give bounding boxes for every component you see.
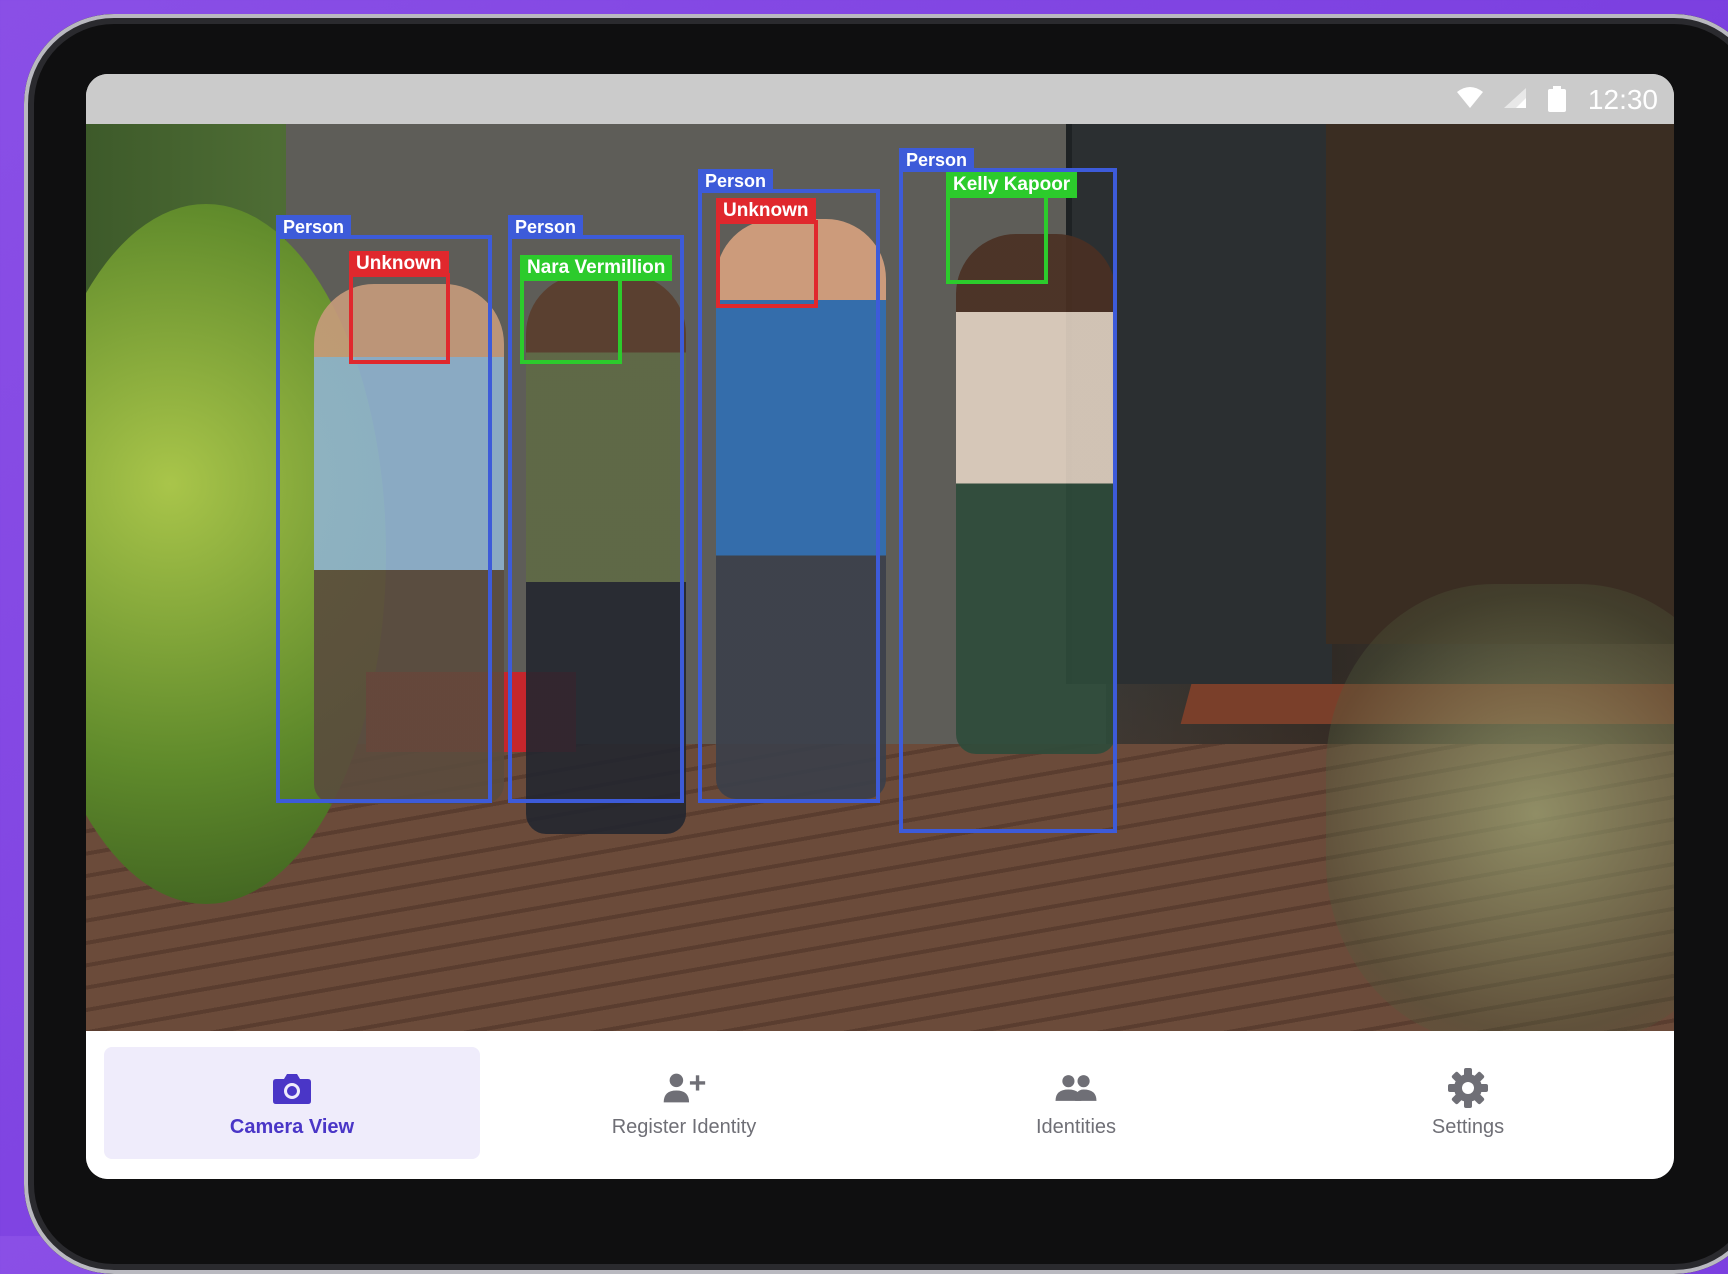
person-label: Person [276,215,352,239]
face-label: Kelly Kapoor [946,172,1078,198]
person-label: Person [698,169,774,193]
wifi-icon [1457,87,1483,108]
people-icon [1054,1068,1098,1108]
nav-camera-view[interactable]: Camera View [104,1047,480,1159]
status-time: 12:30 [1587,84,1658,115]
face-bounding-box: Unknown [716,198,818,308]
face-bounding-box: Kelly Kapoor [946,172,1078,284]
person-bounding-box: Person Kelly Kapoor [899,148,1117,833]
person-label: Person [508,215,584,239]
status-bar: 12:30 [86,74,1674,124]
signal-icon [1504,88,1526,108]
add-person-icon [662,1068,706,1108]
nav-identities[interactable]: Identities [888,1047,1264,1159]
person-bounding-box: Person Nara Vermillion [508,215,684,803]
camera-icon [270,1068,314,1108]
battery-icon [1548,86,1566,112]
gear-icon [1446,1067,1490,1108]
tablet-screen: 12:30 Person Unknown Person Nara Vermill… [86,74,1674,1179]
face-label: Unknown [716,198,816,224]
nav-label: Identities [1035,1115,1117,1138]
camera-feed: Person Unknown Person Nara Vermillion Pe… [86,124,1674,1031]
bottom-navigation: Camera View Register Identity Identities… [86,1031,1674,1179]
scene-grass [1326,584,1674,1031]
face-label: Nara Vermillion [520,255,673,281]
face-label: Unknown [349,251,449,277]
nav-label: Settings [1431,1115,1505,1138]
person-bounding-box: Person Unknown [276,215,492,803]
face-bounding-box: Unknown [349,251,450,364]
nav-settings[interactable]: Settings [1280,1047,1656,1159]
person-bounding-box: Person Unknown [698,169,880,803]
face-bounding-box: Nara Vermillion [520,255,673,364]
nav-label: Camera View [229,1115,355,1138]
person-label: Person [899,148,975,172]
nav-label: Register Identity [611,1115,757,1138]
nav-register-identity[interactable]: Register Identity [496,1047,872,1159]
scene-bookshelf [1326,124,1674,644]
